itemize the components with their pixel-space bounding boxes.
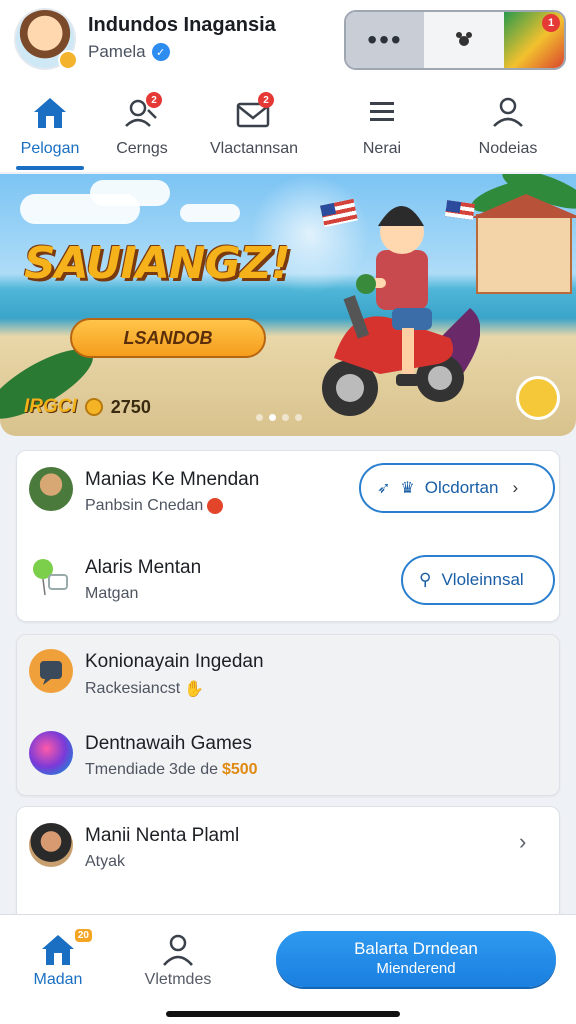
tab-vlactannsan[interactable]: 2 Vlactannsan	[206, 92, 302, 158]
activity-card: Manias Ke Mnendan Panbsin Cnedan ➶ ♛ Olc…	[16, 450, 560, 622]
tab-nerai[interactable]: Nerai	[356, 94, 408, 158]
prize-amount: $500	[221, 761, 258, 778]
banner-title: SAUIANGZ!	[24, 238, 291, 289]
item-subtitle: Atyak	[85, 853, 126, 870]
score-label: IRGCI	[24, 396, 77, 417]
nav-profile[interactable]: Vletmdes	[142, 931, 214, 989]
wave-hand-icon: ✋	[184, 681, 205, 698]
coin-icon	[84, 398, 103, 416]
mail-icon: 2	[234, 92, 274, 130]
home-badge: 20	[74, 929, 92, 942]
tab-label: Vlactannsan	[209, 140, 299, 157]
item-subtitle: Matgan	[85, 585, 139, 602]
balloon-icon	[29, 555, 73, 599]
item-title: Manias Ke Mnendan	[85, 469, 260, 490]
search-icon: ⚲	[419, 570, 432, 589]
tab-label: Nerai	[362, 140, 402, 157]
item-subtitle: Tmendiade 3de de $500	[85, 761, 258, 779]
item-subtitle: Rackesiancst ✋	[85, 679, 204, 699]
gear-icon	[58, 50, 78, 70]
item-subtitle-text: Rackesiancst	[85, 680, 181, 697]
game-avatar-button[interactable]: 1	[504, 12, 564, 68]
home-indicator	[166, 1011, 400, 1017]
item-title: Konionayain Ingedan	[85, 651, 264, 672]
crown-icon: ♛	[400, 480, 415, 497]
chevron-right-icon: ›	[512, 478, 519, 497]
target-icon	[456, 32, 472, 46]
carousel-dots[interactable]	[256, 414, 302, 421]
tab-label: Nodeias	[478, 140, 538, 157]
list-item[interactable]: Dentnawaih Games Tmendiade 3de de $500	[29, 731, 549, 787]
item-title: Alaris Mentan	[85, 557, 202, 578]
beach-house	[470, 194, 576, 294]
tab-label: Pelogan	[20, 140, 80, 157]
red-dot-icon	[207, 498, 224, 514]
rocket-icon: ➶	[377, 480, 391, 497]
home-icon	[30, 94, 70, 130]
profile-icon	[158, 931, 198, 967]
tab-badge: 2	[258, 92, 274, 108]
item-subtitle-text: Panbsin Cnedan	[85, 497, 204, 514]
active-tab-indicator	[16, 166, 84, 170]
vloleinnsal-button[interactable]: ⚲ Vloleinnsal	[401, 555, 555, 605]
olcdortan-button[interactable]: ➶ ♛ Olcdortan ›	[359, 463, 555, 513]
user-name-label: Pamela	[88, 42, 146, 61]
game-avatar	[29, 731, 73, 775]
more-options-button[interactable]: •••	[346, 12, 424, 68]
users-icon: 2	[122, 92, 162, 130]
more-icon: •••	[367, 24, 403, 55]
banner-play-button[interactable]: LSANDOB	[70, 318, 266, 358]
games-card: Konionayain Ingedan Rackesiancst ✋ Dentn…	[16, 634, 560, 796]
bottom-nav: 20 Madan Vletmdes Balarta Drndean Miende…	[0, 914, 576, 1024]
tab-pelogan[interactable]: Pelogan	[14, 94, 86, 158]
button-label: Vloleinnsal	[441, 570, 524, 589]
app-title: Indundos Inagansia	[88, 14, 276, 36]
tab-label: Cerngs	[116, 140, 168, 157]
chat-icon	[29, 649, 73, 693]
profile-icon	[488, 94, 528, 130]
item-subtitle: Panbsin Cnedan	[85, 497, 224, 515]
avatar	[29, 823, 73, 867]
reward-chest-icon[interactable]	[516, 376, 560, 420]
nav-label: Vletmdes	[144, 971, 212, 988]
target-button[interactable]	[424, 12, 504, 68]
item-title: Dentnawaih Games	[85, 733, 252, 754]
score-value: 2750	[110, 396, 151, 417]
list-item[interactable]: Konionayain Ingedan Rackesiancst ✋	[29, 649, 549, 705]
item-title: Manii Nenta Plaml	[85, 825, 240, 846]
nav-label: Madan	[33, 971, 83, 988]
profile-avatar[interactable]	[14, 8, 78, 70]
verified-icon: ✓	[151, 43, 170, 61]
item-subtitle-prefix: Tmendiade	[85, 761, 166, 778]
tab-nodeias[interactable]: Nodeias	[474, 94, 542, 158]
app-header: Indundos Inagansia Pamela ✓ ••• 1	[0, 0, 576, 84]
header-controls: ••• 1	[344, 10, 566, 70]
top-tab-bar: Pelogan 2 Cerngs 2 Vlactannsan Nerai Nod…	[0, 84, 576, 172]
tab-cerngs[interactable]: 2 Cerngs	[110, 92, 174, 158]
cta-line-1: Balarta Drndean	[354, 939, 478, 958]
motorcycle-rider-illustration	[322, 206, 480, 416]
banner-score: IRGCI 2750	[24, 396, 151, 418]
user-name: Pamela ✓	[88, 42, 170, 62]
cta-line-2: Mienderend	[376, 960, 456, 977]
tab-badge: 2	[146, 92, 162, 108]
cta-button[interactable]: Balarta Drndean Mienderend	[276, 931, 556, 987]
item-subtitle-mid: 3de de	[169, 761, 218, 778]
avatar	[29, 467, 73, 511]
list-item[interactable]: Manii Nenta Plaml Atyak	[29, 823, 549, 879]
contact-card: Manii Nenta Plaml Atyak ›	[16, 806, 560, 926]
promo-banner[interactable]: SAUIANGZ! LSANDOB IRGCI 2750	[0, 174, 576, 436]
nav-home[interactable]: 20 Madan	[26, 929, 92, 989]
menu-icon	[362, 94, 402, 130]
notification-badge: 1	[542, 14, 560, 32]
chevron-right-icon[interactable]: ›	[519, 829, 526, 855]
home-icon: 20	[38, 929, 92, 967]
button-label: Olcdortan	[424, 478, 499, 497]
